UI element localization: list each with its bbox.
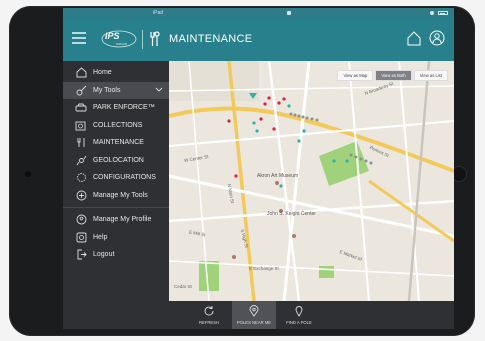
sidebar-item-label: My Tools [93,86,121,94]
sidebar-item-manage-profile[interactable]: Manage My Profile [63,211,169,229]
bottom-toolbar: REFRESH POLES NEAR ME FIND A POLE [63,301,454,329]
poles-near-me-button[interactable]: POLES NEAR ME [232,301,276,329]
refresh-label: REFRESH [198,320,219,325]
sidebar-item-geolocation[interactable]: GEOLOCATION [63,152,169,170]
app-screen: iPad IPS GROUP MAINTENANCE Home My Tools… [63,8,454,329]
home-outline-icon[interactable] [406,30,422,46]
map-label: Akron Art Museum [257,173,299,179]
ips-logo: IPS GROUP [101,28,137,50]
sidebar-separator [63,207,169,208]
sidebar-item-label: Logout [93,251,115,259]
map-label: Cedar St [174,284,192,289]
ipad-frame: iPad IPS GROUP MAINTENANCE Home My Tools… [9,6,475,336]
sidebar-item-label: Help [93,233,108,241]
find-a-pole-label: FIND A POLE [286,320,312,325]
sidebar-item-label: PARK ENFORCE™ [93,104,155,112]
sidebar-item-label: COLLECTIONS [93,121,143,129]
logo-subtext: GROUP [116,42,128,46]
location-icon [75,154,87,166]
sidebar-menu: Home My Tools PARK ENFORCE™ COLLECTIONS … [63,61,169,329]
bluetooth-icon [430,11,434,15]
sidebar-item-label: MAINTENANCE [93,139,144,147]
wrench-icon [75,137,87,149]
find-pin-icon [293,305,305,317]
logout-icon [75,249,87,261]
poles-near-me-label: POLES NEAR ME [236,320,272,325]
refresh-button[interactable]: REFRESH [187,301,231,329]
map-label: E Exchange St [249,266,279,271]
map-label: John S. Knight Center [267,211,316,217]
map-view[interactable]: Akron Art Museum John S. Knight Center E… [169,61,454,301]
status-bar: iPad [63,8,454,18]
sidebar-item-maintenance[interactable]: MAINTENANCE [63,134,169,152]
view-as-both-button[interactable]: View as Both [375,70,412,81]
page-title: MAINTENANCE [169,33,253,45]
lock-icon [287,11,291,15]
sidebar-item-home[interactable]: Home [63,64,169,82]
sidebar-item-my-tools[interactable]: My Tools [63,81,169,99]
map-view-toggle: View as Map View as Both View as List [337,70,448,81]
view-as-map-button[interactable]: View as Map [337,70,374,81]
sidebar-item-collections[interactable]: COLLECTIONS [63,117,169,135]
car-icon [75,102,87,114]
find-a-pole-button[interactable]: FIND A POLE [277,301,321,329]
camera [25,171,31,177]
sidebar-item-manage-tools[interactable]: Manage My Tools [63,187,169,205]
carrier-label: iPad [153,10,164,16]
sidebar-item-configurations[interactable]: CONFIGURATIONS [63,169,169,187]
hamburger-menu-icon[interactable] [72,32,86,44]
app-header: IPS GROUP MAINTENANCE [63,18,454,61]
sidebar-item-label: GEOLOCATION [93,156,144,164]
refresh-icon [203,305,215,317]
maintenance-icon [149,31,161,47]
view-as-list-button[interactable]: View as List [413,70,448,81]
sidebar-item-label: Manage My Profile [93,216,152,224]
sidebar-item-park-enforce[interactable]: PARK ENFORCE™ [63,99,169,117]
sidebar-item-logout[interactable]: Logout [63,246,169,264]
config-icon [75,172,87,184]
sidebar-item-label: CONFIGURATIONS [93,174,156,182]
header-divider [142,30,143,49]
coins-icon [75,119,87,131]
battery-icon [438,11,448,15]
profile-icon [75,214,87,226]
sidebar-item-label: Manage My Tools [93,191,148,199]
home-icon [75,67,87,79]
plus-circle-icon [75,189,87,201]
chevron-down-icon[interactable] [155,87,163,95]
sidebar-item-help[interactable]: Help [63,229,169,247]
sidebar-item-label: Home [93,69,112,77]
user-profile-icon[interactable] [429,30,445,46]
logo-text: IPS [105,31,120,41]
help-icon [75,231,87,243]
location-pin-icon [248,305,260,317]
tools-icon [75,84,87,96]
